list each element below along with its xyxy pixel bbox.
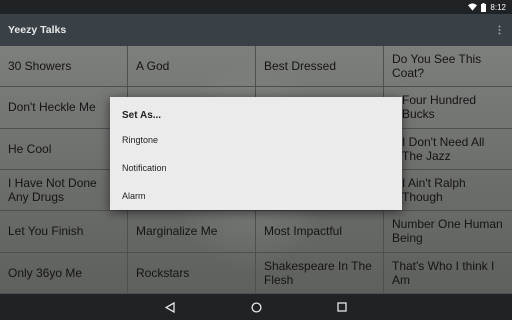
app-title: Yeezy Talks xyxy=(8,24,67,36)
recent-apps-icon[interactable] xyxy=(335,300,349,314)
status-time: 8:12 xyxy=(490,2,506,12)
dialog-option-alarm[interactable]: Alarm xyxy=(110,183,402,209)
set-as-dialog: Set As... Ringtone Notification Alarm xyxy=(110,97,402,210)
back-icon[interactable] xyxy=(163,300,177,314)
status-bar: 8:12 xyxy=(0,0,512,14)
battery-icon xyxy=(481,2,487,12)
dialog-option-notification[interactable]: Notification xyxy=(110,155,402,181)
home-icon[interactable] xyxy=(249,300,263,314)
dialog-title: Set As... xyxy=(122,110,162,121)
wifi-icon xyxy=(468,3,478,11)
overflow-menu-icon[interactable] xyxy=(494,23,504,37)
action-bar: Yeezy Talks xyxy=(0,14,512,46)
navigation-bar xyxy=(0,294,512,320)
dialog-option-ringtone[interactable]: Ringtone xyxy=(110,127,402,153)
